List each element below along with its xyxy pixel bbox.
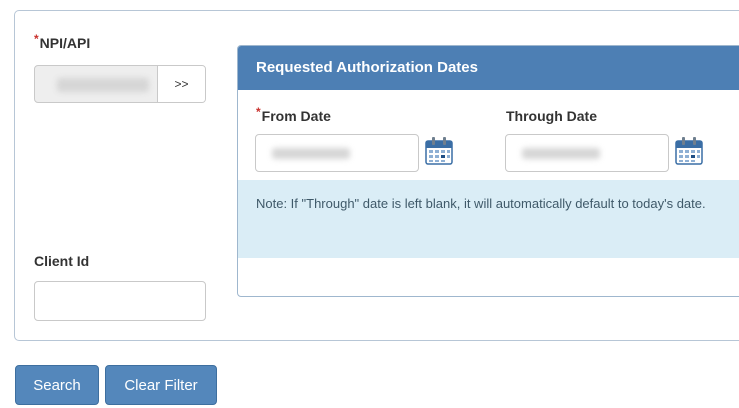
from-date-calendar-icon[interactable]	[424, 136, 454, 166]
authorization-dates-title: Requested Authorization Dates	[238, 46, 739, 90]
from-date-value-redacted	[272, 148, 350, 159]
calendar-icon	[675, 137, 703, 165]
npi-value-redacted	[57, 78, 149, 92]
client-id-input[interactable]	[34, 281, 206, 321]
npi-lookup-button[interactable]: >>	[157, 66, 205, 102]
through-date-input[interactable]	[505, 134, 669, 172]
client-id-label: Client Id	[34, 253, 90, 269]
required-marker: *	[256, 105, 261, 119]
npi-field[interactable]: >>	[34, 65, 206, 103]
from-date-label-text: From Date	[261, 108, 331, 124]
authorization-dates-panel: Requested Authorization Dates *From Date…	[237, 45, 739, 297]
through-date-calendar-icon[interactable]	[674, 136, 704, 166]
calendar-icon	[425, 137, 453, 165]
through-date-value-redacted	[522, 148, 600, 159]
from-date-label: *From Date	[256, 105, 331, 124]
npi-label-text: NPI/API	[39, 35, 91, 51]
date-default-note-text: Note: If "Through" date is left blank, i…	[256, 196, 706, 211]
required-marker: *	[34, 32, 39, 46]
clear-filter-button[interactable]: Clear Filter	[105, 365, 217, 405]
through-date-label: Through Date	[506, 108, 597, 124]
date-default-note: Note: If "Through" date is left blank, i…	[238, 180, 739, 258]
search-button[interactable]: Search	[15, 365, 99, 405]
from-date-input[interactable]	[255, 134, 419, 172]
npi-label: *NPI/API	[34, 32, 91, 51]
